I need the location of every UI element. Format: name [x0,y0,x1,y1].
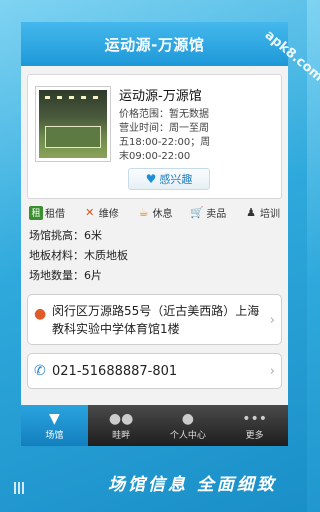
attr-floor: 地板材料：木质地板 [29,249,128,262]
tab-chat[interactable]: ●● 畦畔 [88,405,155,446]
person-icon: ● [181,411,194,427]
venue-card: 运动源-万源馆 价格范围：暂无数据 营业时间：周一至周 五18:00-22:00… [27,74,282,199]
venue-price: 价格范围：暂无数据 [119,109,209,120]
services-row: 租 租借 ✕ 维修 ☕ 休息 🛒 卖品 ♟ 培训 [21,199,288,224]
tab-venues[interactable]: ▼ 场馆 [21,405,88,446]
service-shop: 🛒 卖品 [190,205,226,220]
service-rent: 租 租借 [29,205,65,220]
repair-icon: ✕ [85,206,95,219]
page-title: 运动源-万源馆 [104,35,205,54]
tab-label: 更多 [245,431,264,441]
service-label: 租借 [45,209,65,220]
tab-more[interactable]: ••• 更多 [221,405,288,446]
service-label: 休息 [152,209,173,220]
location-pin-icon: ● [34,306,47,322]
chevron-right-icon: › [269,363,275,379]
service-training: ♟ 培训 [244,205,280,220]
venue-hours-1: 营业时间：周一至周 [119,123,209,134]
phone-row[interactable]: ✆ 021-51688887-801 › [27,353,282,389]
service-repair: ✕ 维修 [83,205,119,220]
interest-label: 感兴趣 [159,173,193,186]
venue-summary: 运动源-万源馆 价格范围：暂无数据 营业时间：周一至周 五18:00-22:00… [28,75,281,168]
address-text: 闵行区万源路55号（近古美西路）上海教科实验中学体育馆1楼 [52,304,260,336]
rest-icon: ☕ [138,206,149,219]
rent-icon: 租 [29,205,43,220]
service-label: 卖品 [206,209,227,220]
tab-label: 场馆 [45,431,64,441]
venue-photo[interactable] [36,87,110,161]
venue-info: 运动源-万源馆 价格范围：暂无数据 营业时间：周一至周 五18:00-22:00… [119,83,275,164]
chevron-right-icon: › [269,312,275,328]
promo-banner: 场馆信息 全面细致 [108,474,277,495]
tab-label: 个人中心 [169,431,206,441]
tab-label: 畦畔 [112,431,131,441]
venue-hours-2: 五18:00-22:00；周 [119,137,211,148]
chat-icon: ●● [108,411,134,427]
address-row[interactable]: ● 闵行区万源路55号（近古美西路）上海教科实验中学体育馆1楼 › [27,294,282,345]
shop-icon: 🛒 [190,206,205,219]
attr-height: 场馆挑高：6米 [29,229,102,242]
interest-button[interactable]: ♥ 感兴趣 [128,168,210,190]
more-icon: ••• [242,411,268,427]
bottom-tab-bar: ▼ 场馆 ●● 畦畔 ● 个人中心 ••• 更多 [21,405,288,446]
phone-icon: ✆ [34,363,46,379]
heart-icon: ♥ [145,172,157,186]
attr-courts: 场地数量：6片 [29,269,102,282]
service-label: 维修 [98,209,119,220]
phone-number: 021-51688887-801 [52,363,178,379]
shuttlecock-icon: ▼ [48,411,60,427]
service-label: 培训 [260,209,280,220]
venue-hours-3: 末09:00-22:00 [119,151,191,162]
tab-profile[interactable]: ● 个人中心 [155,405,222,446]
service-rest: ☕ 休息 [137,205,173,220]
venue-attributes: 场馆挑高：6米 地板材料：木质地板 场地数量：6片 [21,224,288,286]
training-icon: ♟ [246,206,256,219]
